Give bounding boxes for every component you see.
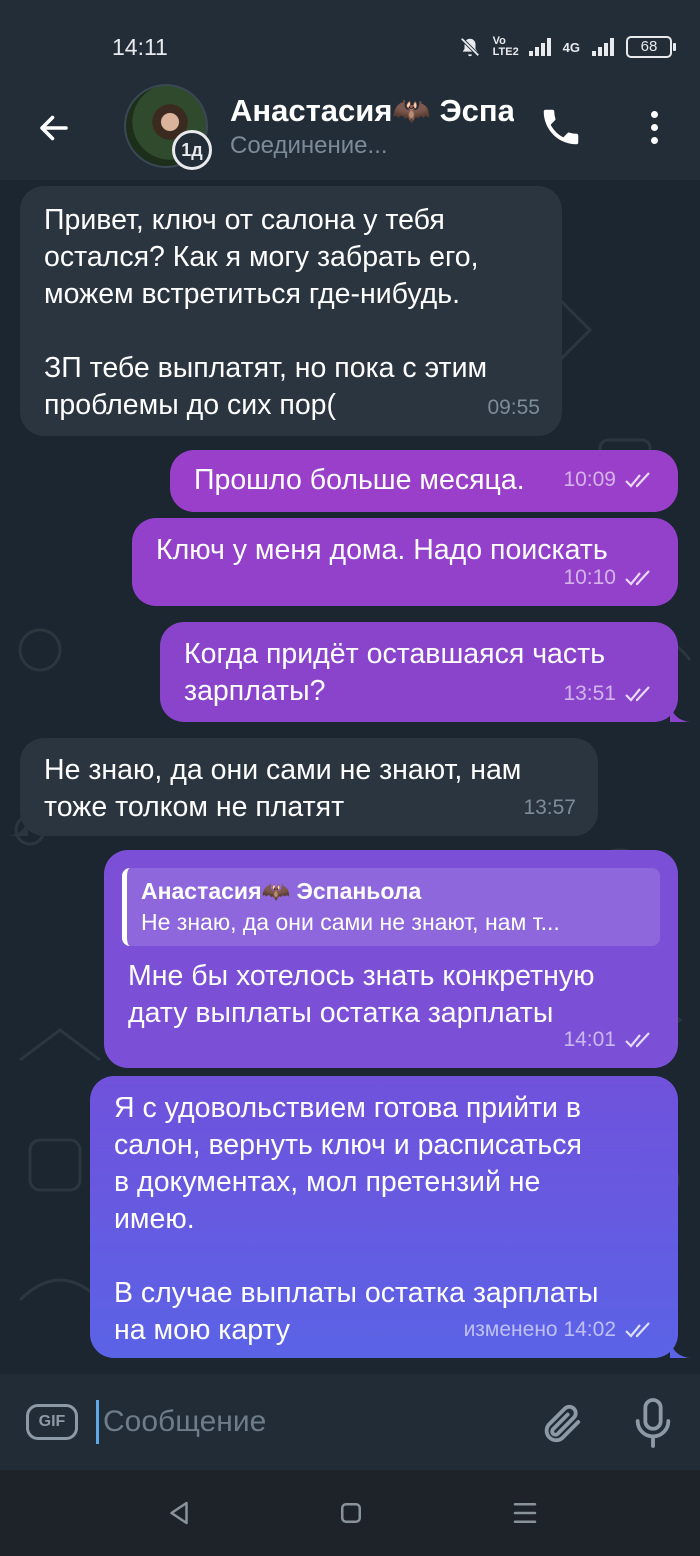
microphone-icon	[635, 1398, 671, 1448]
message-input-bar: GIF	[0, 1374, 700, 1470]
battery-level: 68	[640, 38, 658, 55]
bubble-tail	[670, 1338, 690, 1358]
attach-button[interactable]	[538, 1398, 584, 1448]
message-outgoing[interactable]: Прошло больше месяца. 10:09	[170, 450, 678, 512]
message-time: 13:57	[523, 796, 576, 819]
message-time: 10:10	[563, 566, 616, 589]
double-check-icon	[625, 569, 650, 586]
message-outgoing[interactable]: Ключ у меня дома. Надо поискать 10:10	[132, 518, 678, 606]
message-time: 14:01	[563, 1028, 616, 1051]
reply-quote[interactable]: Анастасия🦇 Эспаньола Не знаю, да они сам…	[122, 868, 660, 946]
message-text: Не знаю, да они сами не знают, нам тоже …	[44, 754, 522, 823]
status-icons: Vo LTE2 4G 68	[459, 34, 676, 60]
message-incoming[interactable]: Привет, ключ от салона у тебя остался? К…	[20, 186, 562, 436]
message-outgoing[interactable]: Я с удовольствием готова прийти в салон,…	[90, 1076, 690, 1358]
lines-menu-icon	[513, 1503, 537, 1523]
signal-2-icon	[592, 38, 614, 56]
message-time: 09:55	[487, 396, 540, 419]
message-text: Привет, ключ от салона у тебя остался? К…	[44, 204, 488, 421]
reply-snippet: Не знаю, да они сами не знают, нам т...	[141, 909, 560, 935]
reply-author: Анастасия🦇 Эспаньола	[141, 878, 422, 904]
arrow-left-icon	[40, 115, 68, 141]
network-type: 4G	[562, 39, 580, 55]
bubble-tail	[8, 816, 28, 836]
gif-button[interactable]: GIF	[26, 1404, 78, 1440]
double-check-icon	[625, 1031, 650, 1048]
call-button[interactable]	[538, 104, 584, 150]
square-home-icon	[341, 1503, 361, 1523]
phone-icon	[543, 109, 579, 145]
double-check-icon	[625, 685, 650, 702]
more-menu-button[interactable]	[634, 104, 674, 150]
double-check-icon	[625, 1321, 650, 1338]
chat-title[interactable]: Анастасия🦇 Эспаньола	[230, 92, 514, 129]
bubble-tail	[670, 702, 690, 722]
chat-subtitle: Соединение...	[230, 132, 388, 159]
nav-home-button[interactable]	[336, 1498, 366, 1528]
mute-icon	[460, 37, 480, 57]
status-time: 14:11	[112, 34, 168, 60]
chat-area[interactable]: Привет, ключ от салона у тебя остался? К…	[0, 180, 700, 1374]
message-outgoing[interactable]: Когда придёт оставшаяся часть зарплаты? …	[160, 622, 690, 722]
nav-back-button[interactable]	[164, 1498, 194, 1528]
message-outgoing-reply[interactable]: Анастасия🦇 Эспаньола Не знаю, да они сам…	[104, 850, 678, 1068]
message-time: 10:09	[563, 468, 616, 491]
message-time: 13:51	[563, 682, 616, 705]
message-input[interactable]	[96, 1400, 516, 1444]
more-vertical-icon	[650, 110, 658, 118]
story-badge: 1д	[172, 130, 212, 170]
chat-header: 1д Анастасия🦇 Эспаньола Соединение...	[0, 84, 700, 180]
microphone-button[interactable]	[630, 1396, 676, 1450]
message-time: изменено 14:02	[463, 1318, 616, 1341]
network-label: Vo LTE2	[492, 35, 519, 58]
double-check-icon	[625, 471, 650, 488]
nav-recents-button[interactable]	[510, 1498, 540, 1528]
system-nav-bar	[0, 1470, 700, 1556]
status-bar: 14:11 Vo LTE2 4G 68	[0, 0, 700, 84]
triangle-back-icon	[170, 1501, 188, 1525]
signal-1-icon	[528, 38, 551, 56]
back-button[interactable]	[30, 104, 78, 152]
battery-icon: 68	[626, 36, 676, 58]
paperclip-icon	[544, 1404, 581, 1443]
message-incoming[interactable]: Не знаю, да они сами не знают, нам тоже …	[8, 738, 598, 836]
